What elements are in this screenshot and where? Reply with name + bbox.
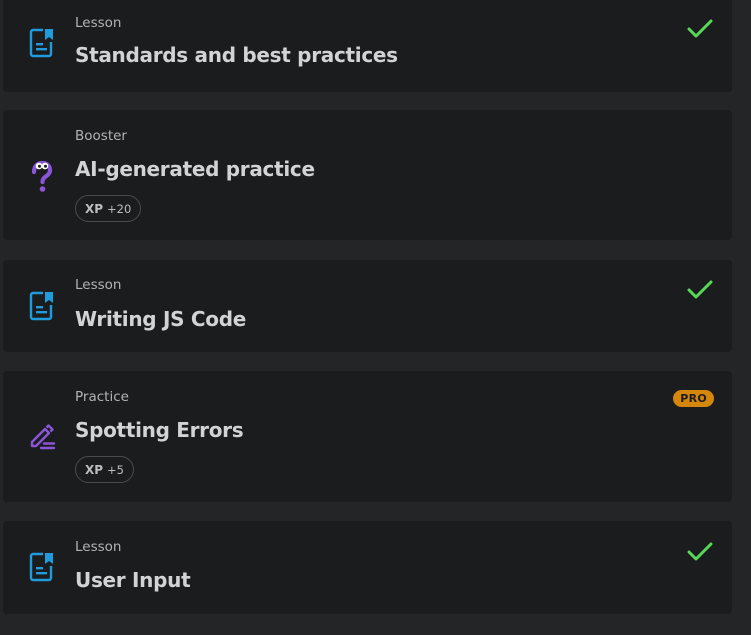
checkmark-icon bbox=[686, 279, 714, 301]
xp-label: XP bbox=[85, 462, 104, 477]
checkmark-icon bbox=[686, 541, 714, 563]
item-title: User Input bbox=[75, 568, 191, 592]
list-item-standards[interactable]: Lesson Standards and best practices bbox=[3, 0, 732, 92]
item-title: Standards and best practices bbox=[75, 43, 398, 67]
list-item-spotting-errors[interactable]: Practice Spotting Errors PRO XP +5 bbox=[3, 371, 732, 502]
xp-value: +5 bbox=[107, 462, 124, 477]
xp-badge: XP +20 bbox=[75, 195, 142, 222]
xp-value: +20 bbox=[107, 201, 132, 216]
item-type-label: Lesson bbox=[75, 539, 122, 555]
item-title: AI-generated practice bbox=[75, 157, 315, 181]
lesson-doc-icon bbox=[27, 552, 57, 582]
lesson-doc-icon bbox=[27, 28, 57, 58]
xp-badge: XP +5 bbox=[75, 456, 134, 483]
item-type-label: Lesson bbox=[75, 277, 122, 293]
lesson-doc-icon bbox=[27, 291, 57, 321]
item-title: Writing JS Code bbox=[75, 307, 246, 331]
item-type-label: Lesson bbox=[75, 15, 122, 31]
checkmark-icon bbox=[686, 18, 714, 40]
list-item-ai-practice[interactable]: Booster AI-generated practice XP +20 bbox=[3, 110, 732, 240]
question-mark-icon bbox=[27, 161, 57, 192]
xp-label: XP bbox=[85, 201, 104, 216]
list-item-writing-js[interactable]: Lesson Writing JS Code bbox=[3, 260, 732, 352]
item-type-label: Booster bbox=[75, 128, 127, 144]
pencil-icon bbox=[27, 421, 57, 451]
item-type-label: Practice bbox=[75, 389, 129, 405]
lesson-list: Lesson Standards and best practices Boos… bbox=[0, 0, 751, 635]
pro-badge: PRO bbox=[673, 390, 714, 407]
item-title: Spotting Errors bbox=[75, 418, 244, 442]
list-item-user-input[interactable]: Lesson User Input bbox=[3, 521, 732, 614]
